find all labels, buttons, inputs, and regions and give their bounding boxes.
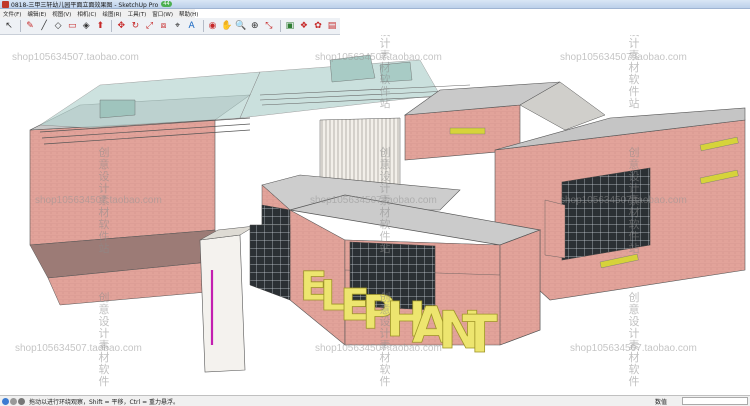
zoom-icon[interactable]: 🔍 xyxy=(235,20,247,33)
watermark-vertical-text: 创意设计素材软件站 xyxy=(379,146,391,255)
window-title: 0818-三甲三轩幼儿园平面立面效果图 - SketchUp Pro xyxy=(11,1,159,9)
offset-icon[interactable]: ⧈ xyxy=(157,20,169,33)
watermark-vertical-text: 创意设计素材软件站 xyxy=(98,146,110,255)
status-hint-text: 拖动以进行环绕观察，Shift = 平移，Ctrl = 重力悬浮。 xyxy=(29,398,179,406)
elephant-sign-letter: T xyxy=(462,305,498,365)
paint-bucket-icon[interactable]: ◈ xyxy=(80,20,92,33)
warehouse-icon[interactable]: ▣ xyxy=(284,20,296,33)
line-icon[interactable]: ╱ xyxy=(38,20,50,33)
zoom-extents-icon[interactable]: ⤡ xyxy=(263,20,275,33)
shape-icon[interactable]: ◇ xyxy=(52,20,64,33)
menu-item[interactable]: 窗口(W) xyxy=(149,10,176,18)
menu-item[interactable]: 视图(V) xyxy=(49,10,74,18)
main-toolbar: ↖ ✎ ╱ ◇ ▭ ◈ ⬆ ✥ ↻ ⤢ ⧈ ⌖ A ◉ ✋ 🔍 ⊕ ⤡ ▣ ❖ ✿ ▤ xyxy=(0,18,340,35)
menu-item[interactable]: 绘图(R) xyxy=(99,10,124,18)
watermark-vertical-text: 创意设计素材软件站 xyxy=(628,146,640,255)
toolbar-separator xyxy=(20,20,21,32)
layout-icon[interactable]: ▤ xyxy=(326,20,338,33)
measurements-input[interactable] xyxy=(682,397,748,405)
measurements-label: 数值 xyxy=(655,398,668,406)
watermark-shop-text: shop105634507.taobao.com xyxy=(12,52,139,63)
status-bar: 拖动以进行环绕观察，Shift = 平移，Ctrl = 重力悬浮。 数值 xyxy=(0,395,750,406)
pencil-icon[interactable]: ✎ xyxy=(24,20,36,33)
pan-icon[interactable]: ✋ xyxy=(221,20,233,33)
menu-item[interactable]: 帮助(H) xyxy=(176,10,201,18)
tape-measure-icon[interactable]: ⌖ xyxy=(172,20,184,33)
menu-item[interactable]: 工具(T) xyxy=(125,10,150,18)
user-icon[interactable] xyxy=(18,397,25,405)
select-arrow-icon[interactable]: ↖ xyxy=(3,20,15,33)
watermark-shop-text: shop105634507.taobao.com xyxy=(310,195,437,206)
eraser-icon[interactable]: ▭ xyxy=(66,20,78,33)
watermark-vertical-text: 创意设计素材软件站 xyxy=(628,35,640,110)
credits-icon[interactable] xyxy=(10,397,17,405)
text-icon[interactable]: A xyxy=(186,20,198,33)
toolbar-separator xyxy=(279,20,281,32)
scale-icon[interactable]: ⤢ xyxy=(143,20,155,33)
watermark-vertical-text: 创意设计素材软件 xyxy=(98,291,110,388)
geo-location-icon[interactable] xyxy=(2,397,9,405)
status-icons xyxy=(2,397,26,405)
zoom-window-icon[interactable]: ⊕ xyxy=(249,20,261,33)
sketchup-app-icon xyxy=(2,0,9,8)
watermark-vertical-text: 创意设计素材软件站 xyxy=(379,35,391,110)
model-viewport[interactable]: E L E P H A N T shop105634507.taobao.com… xyxy=(0,35,750,395)
notification-badge: 44 xyxy=(161,1,172,7)
menu-item[interactable]: 相机(C) xyxy=(74,10,99,18)
menu-item[interactable]: 编辑(E) xyxy=(24,10,49,18)
title-bar: 0818-三甲三轩幼儿园平面立面效果图 - SketchUp Pro 44 xyxy=(0,0,750,9)
watermark-vertical-text: 创意设计素材软件 xyxy=(628,291,640,388)
watermark-shop-text: shop105634507.taobao.com xyxy=(15,343,142,354)
toolbar-separator xyxy=(202,20,204,32)
menu-item[interactable]: 文件(F) xyxy=(0,10,24,18)
rotate-icon[interactable]: ↻ xyxy=(129,20,141,33)
push-pull-icon[interactable]: ⬆ xyxy=(94,20,106,33)
watermark-shop-text: shop105634507.taobao.com xyxy=(560,195,687,206)
watermark-vertical-text: 创意设计素材软件 xyxy=(379,291,391,388)
toolbar-separator xyxy=(111,20,113,32)
extension-icon[interactable]: ✿ xyxy=(312,20,324,33)
orbit-icon[interactable]: ◉ xyxy=(207,20,219,33)
watermark-shop-text: shop105634507.taobao.com xyxy=(560,52,687,63)
components-icon[interactable]: ❖ xyxy=(298,20,310,33)
menu-bar: 文件(F) 编辑(E) 视图(V) 相机(C) 绘图(R) 工具(T) 窗口(W) 帮助(H) xyxy=(0,9,198,18)
move-icon[interactable]: ✥ xyxy=(115,20,127,33)
